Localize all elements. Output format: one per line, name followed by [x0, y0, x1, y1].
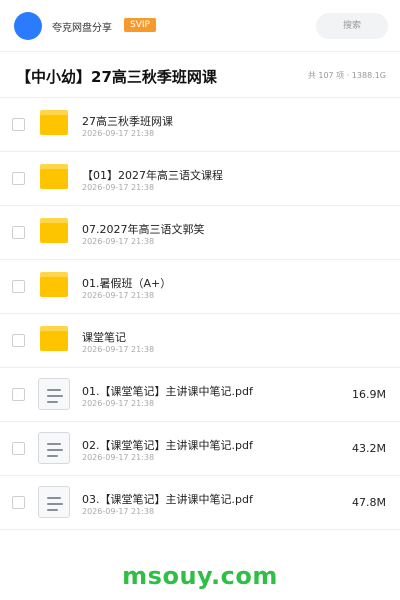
list-item[interactable]: 07.2027年高三语文郭笑 2026-09-17 21:38 [0, 206, 400, 260]
item-date: 2026-09-17 21:38 [82, 237, 155, 246]
page-title: 【中小幼】27高三秋季班网课 [16, 68, 217, 86]
folder-icon [40, 272, 68, 297]
document-icon [38, 432, 70, 464]
select-checkbox[interactable] [12, 226, 25, 239]
select-checkbox[interactable] [12, 118, 25, 131]
username: 夸克网盘分享 [52, 23, 112, 34]
folder-header: 【中小幼】27高三秋季班网课 共 107 项 · 1388.1G [0, 52, 400, 98]
select-checkbox[interactable] [12, 496, 25, 509]
list-item[interactable]: 01.【课堂笔记】主讲课中笔记.pdf 2026-09-17 21:38 16.… [0, 368, 400, 422]
top-bar: 夸克网盘分享 SVIP 搜索 [0, 0, 400, 52]
list-item[interactable]: 27高三秋季班网课 2026-09-17 21:38 [0, 98, 400, 152]
folder-icon [40, 110, 68, 135]
select-checkbox[interactable] [12, 442, 25, 455]
item-name: 07.2027年高三语文郭笑 [82, 223, 205, 236]
list-item[interactable]: 02.【课堂笔记】主讲课中笔记.pdf 2026-09-17 21:38 43.… [0, 422, 400, 476]
folder-icon [40, 218, 68, 243]
item-size: 47.8M [352, 496, 386, 509]
item-size: 16.9M [352, 388, 386, 401]
item-date: 2026-09-17 21:38 [82, 291, 155, 300]
select-checkbox[interactable] [12, 280, 25, 293]
item-summary: 共 107 项 · 1388.1G [307, 71, 386, 80]
folder-icon [40, 164, 68, 189]
document-icon [38, 378, 70, 410]
select-checkbox[interactable] [12, 334, 25, 347]
item-name: 03.【课堂笔记】主讲课中笔记.pdf [82, 493, 253, 506]
document-icon [38, 486, 70, 518]
select-checkbox[interactable] [12, 172, 25, 185]
item-date: 2026-09-17 21:38 [82, 183, 155, 192]
avatar[interactable] [14, 12, 42, 40]
search-input[interactable]: 搜索 [316, 13, 388, 39]
item-date: 2026-09-17 21:38 [82, 399, 155, 408]
item-name: 课堂笔记 [82, 331, 126, 344]
item-name: 01.暑假班（A+） [82, 277, 172, 290]
item-date: 2026-09-17 21:38 [82, 507, 155, 516]
list-item[interactable]: 03.【课堂笔记】主讲课中笔记.pdf 2026-09-17 21:38 47.… [0, 476, 400, 530]
item-date: 2026-09-17 21:38 [82, 453, 155, 462]
item-name: 27高三秋季班网课 [82, 115, 173, 128]
item-date: 2026-09-17 21:38 [82, 129, 155, 138]
list-item[interactable]: 课堂笔记 2026-09-17 21:38 [0, 314, 400, 368]
list-item[interactable]: 【01】2027年高三语文课程 2026-09-17 21:38 [0, 152, 400, 206]
item-date: 2026-09-17 21:38 [82, 345, 155, 354]
item-size: 43.2M [352, 442, 386, 455]
watermark-text: msouy.com [122, 562, 278, 590]
item-name: 01.【课堂笔记】主讲课中笔记.pdf [82, 385, 253, 398]
vip-badge: SVIP [124, 18, 156, 32]
list-item[interactable]: 01.暑假班（A+） 2026-09-17 21:38 [0, 260, 400, 314]
item-name: 02.【课堂笔记】主讲课中笔记.pdf [82, 439, 253, 452]
select-checkbox[interactable] [12, 388, 25, 401]
file-list: 27高三秋季班网课 2026-09-17 21:38 【01】2027年高三语文… [0, 98, 400, 530]
folder-icon [40, 326, 68, 351]
item-name: 【01】2027年高三语文课程 [82, 169, 223, 182]
